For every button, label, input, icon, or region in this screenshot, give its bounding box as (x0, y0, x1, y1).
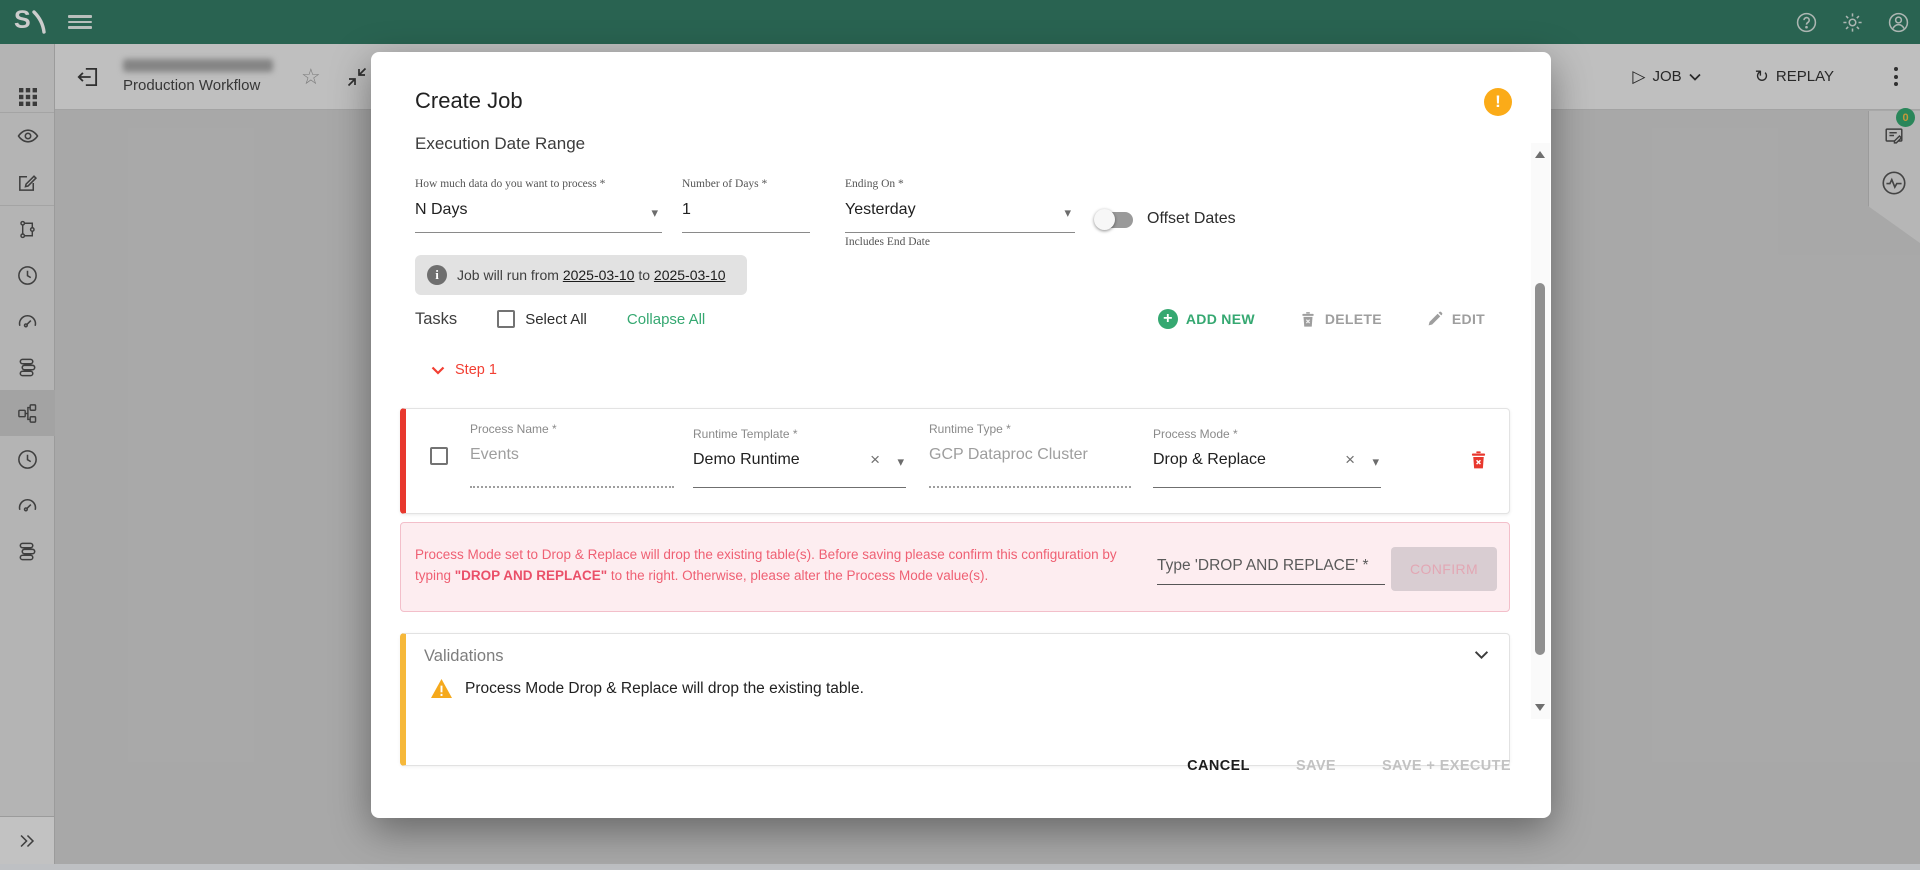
add-new-button[interactable]: + ADD NEW (1158, 309, 1255, 329)
scrollbar-thumb[interactable] (1535, 283, 1545, 655)
clear-icon[interactable]: × (870, 450, 880, 470)
select-all-checkbox[interactable] (497, 310, 515, 328)
field-number-of-days: Number of Days * 1 (682, 178, 810, 233)
offset-dates-label: Offset Dates (1147, 210, 1236, 228)
scroll-down-arrow[interactable] (1535, 704, 1545, 711)
app-screen: S (0, 0, 1920, 870)
tasks-title: Tasks (415, 310, 457, 329)
caret-down-icon: ▾ (1372, 454, 1379, 470)
field-runtime-template: Runtime Template * Demo Runtime × ▾ (693, 427, 906, 488)
drop-replace-confirm-input[interactable] (1157, 557, 1385, 585)
field-process-name: Process Name * Events (470, 422, 674, 488)
warning-badge-icon: ! (1484, 88, 1512, 116)
modal-footer: CANCEL SAVE SAVE + EXECUTE (1187, 758, 1511, 774)
field-label: How much data do you want to process * (415, 178, 662, 190)
step-label: Step 1 (455, 362, 497, 378)
validation-warning-text: Process Mode Drop & Replace will drop th… (465, 680, 864, 698)
how-much-data-select[interactable]: N Days ▾ (415, 199, 662, 233)
validations-title: Validations (424, 647, 504, 666)
runtime-type-input: GCP Dataproc Cluster (929, 443, 1131, 488)
process-name-input[interactable]: Events (470, 443, 674, 488)
field-runtime-type: Runtime Type * GCP Dataproc Cluster (929, 422, 1131, 488)
warning-triangle-icon (430, 678, 453, 699)
chevron-down-icon (431, 366, 445, 375)
collapse-all-link[interactable]: Collapse All (627, 311, 705, 328)
job-run-info-text: Job will run from 2025-03-10 to 2025-03-… (457, 267, 726, 283)
trash-icon (1299, 310, 1317, 329)
plus-circle-icon: + (1158, 309, 1178, 329)
field-label: Number of Days * (682, 178, 810, 190)
validation-warning-row: Process Mode Drop & Replace will drop th… (430, 678, 864, 699)
tasks-header-row: Tasks Select All Collapse All + ADD NEW … (415, 304, 1485, 334)
job-run-info-banner: i Job will run from 2025-03-10 to 2025-0… (415, 255, 747, 295)
ending-on-helper: Includes End Date (845, 236, 930, 248)
modal-scrollbar[interactable] (1531, 143, 1550, 719)
field-process-mode: Process Mode * Drop & Replace × ▾ (1153, 427, 1381, 488)
drop-replace-warning-text: Process Mode set to Drop & Replace will … (415, 545, 1127, 587)
pencil-icon (1426, 310, 1444, 328)
caret-down-icon: ▾ (1064, 205, 1071, 221)
ending-on-select[interactable]: Yesterday ▾ (845, 199, 1075, 233)
process-mode-select[interactable]: Drop & Replace × ▾ (1153, 448, 1381, 488)
field-label: Ending On * (845, 178, 1075, 190)
modal-title: Create Job (415, 88, 523, 114)
section-title-execution-date-range: Execution Date Range (415, 134, 585, 154)
caret-down-icon: ▾ (897, 454, 904, 470)
caret-down-icon: ▾ (651, 205, 658, 221)
offset-dates-toggle[interactable] (1097, 212, 1133, 228)
save-execute-button[interactable]: SAVE + EXECUTE (1382, 758, 1511, 774)
drop-replace-warning-box: Process Mode set to Drop & Replace will … (400, 522, 1510, 612)
task-row-card: Process Name * Events Runtime Template *… (400, 408, 1510, 514)
number-of-days-input[interactable]: 1 (682, 199, 810, 233)
runtime-template-select[interactable]: Demo Runtime × ▾ (693, 448, 906, 488)
clear-icon[interactable]: × (1345, 450, 1355, 470)
delete-task-icon[interactable] (1468, 449, 1489, 471)
save-button[interactable]: SAVE (1296, 758, 1336, 774)
toggle-thumb (1094, 209, 1115, 230)
task-checkbox[interactable] (430, 447, 448, 465)
scroll-up-arrow[interactable] (1535, 151, 1545, 158)
delete-button[interactable]: DELETE (1299, 310, 1382, 329)
validations-card: Validations Process Mode Drop & Replace … (400, 633, 1510, 766)
field-ending-on: Ending On * Yesterday ▾ (845, 178, 1075, 233)
confirm-button[interactable]: CONFIRM (1391, 547, 1497, 591)
chevron-down-icon[interactable] (1474, 650, 1489, 660)
job-run-from-date[interactable]: 2025-03-10 (563, 267, 635, 283)
create-job-modal: Create Job ! Execution Date Range How mu… (371, 52, 1551, 818)
select-all-label: Select All (525, 311, 587, 328)
job-run-to-date[interactable]: 2025-03-10 (654, 267, 726, 283)
edit-button[interactable]: EDIT (1426, 310, 1485, 328)
info-icon: i (427, 265, 447, 285)
cancel-button[interactable]: CANCEL (1187, 758, 1250, 774)
step-1-expander[interactable]: Step 1 (431, 362, 497, 378)
field-how-much-data: How much data do you want to process * N… (415, 178, 662, 233)
